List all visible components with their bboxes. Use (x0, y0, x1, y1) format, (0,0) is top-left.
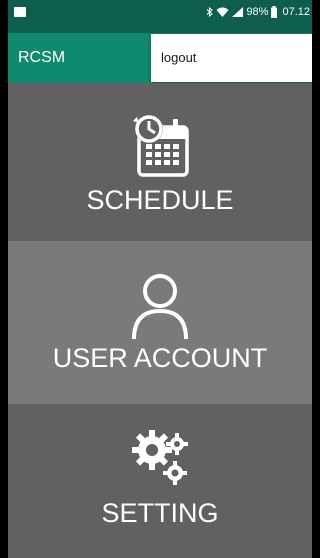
app-title: RCSM (18, 49, 66, 66)
user-icon (132, 274, 188, 340)
image-notification-icon (14, 7, 26, 17)
setting-label: SETTING (101, 498, 219, 528)
schedule-label: SCHEDULE (86, 185, 234, 215)
bluetooth-icon (207, 7, 214, 17)
battery-icon (271, 6, 278, 18)
gears-icon (132, 430, 188, 485)
status-bar: 98% 07.12 (8, 0, 312, 33)
overflow-menu-popup: logout (151, 34, 312, 82)
user-account-label: USER ACCOUNT (52, 343, 268, 373)
user-account-tile[interactable]: USER ACCOUNT (8, 241, 312, 404)
setting-tile[interactable]: SETTING (8, 404, 312, 558)
wifi-icon (216, 7, 229, 17)
schedule-tile[interactable]: SCHEDULE (8, 83, 312, 241)
battery-percent: 98% (246, 6, 269, 18)
status-bar-right: 98% 07.12 (206, 4, 310, 20)
app-screen: 98% 07.12 RCSM logout SCHEDULE USER ACCO… (8, 0, 312, 558)
logout-menu-item[interactable]: logout (161, 34, 196, 82)
status-time: 07.12 (282, 6, 310, 18)
calendar-clock-icon (133, 115, 189, 177)
signal-icon (232, 7, 244, 17)
